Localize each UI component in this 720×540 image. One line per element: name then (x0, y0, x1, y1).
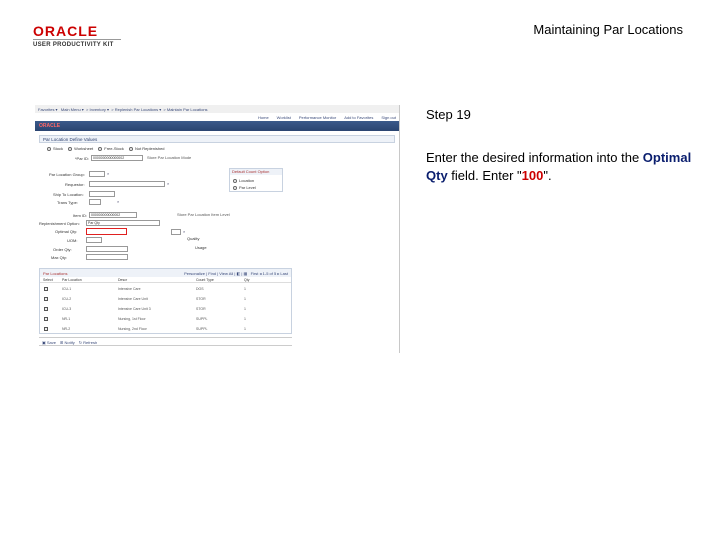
slide-title: Maintaining Par Locations (533, 22, 683, 37)
oracle-logo-word: ORACLE (33, 23, 99, 39)
breadcrumb-bar: Favorites ▾ Main Menu ▾ > Inventory ▾ > … (35, 105, 399, 113)
instruction-text-post: ". (543, 168, 552, 183)
instruction-value: 100 (521, 168, 544, 183)
logo-subtitle: USER PRODUCTIVITY KIT (33, 42, 114, 48)
logo-rule (33, 39, 121, 40)
action-button-bar: ▣ Save ⊞ Notify ↻ Refresh (39, 337, 292, 346)
section-bar: Par Location Define Values (39, 135, 395, 143)
default-count-option-group: Default Count Option Location Par Level (229, 168, 283, 192)
upk-logo: ORACLE USER PRODUCTIVITY KIT (33, 24, 123, 48)
par-locations-grid: Par Locations Personalize | Find | View A… (39, 268, 292, 334)
oracle-header-bar: ORACLE (35, 121, 399, 131)
step-title: Step 19 (426, 107, 471, 122)
top-nav: Home Worklist Performance Monitor Add to Fa… (258, 115, 396, 120)
step-instruction: Enter the desired information into the O… (426, 149, 696, 185)
app-screenshot: Favorites ▾ Main Menu ▾ > Inventory ▾ > … (35, 105, 400, 353)
optimal-qty-input[interactable] (86, 228, 127, 235)
instruction-text-pre: Enter the desired information into the (426, 150, 643, 165)
instruction-text-mid: field. Enter " (447, 168, 522, 183)
